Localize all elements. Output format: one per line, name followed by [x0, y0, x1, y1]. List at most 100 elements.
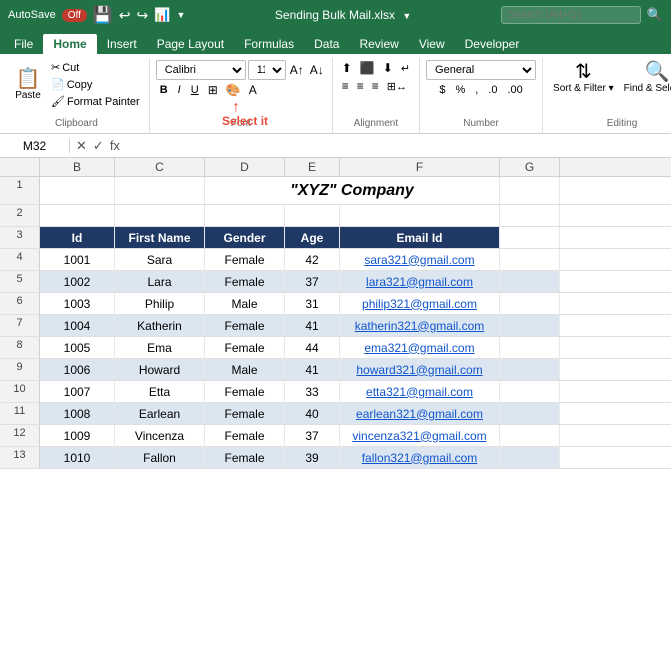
cell-d8[interactable]: Female — [205, 337, 285, 358]
tab-data[interactable]: Data — [304, 34, 349, 54]
cell-d11[interactable]: Female — [205, 403, 285, 424]
decrease-decimal-button[interactable]: .0 — [484, 82, 501, 98]
underline-button[interactable]: U — [187, 82, 203, 98]
cell-b8[interactable]: 1005 — [40, 337, 115, 358]
cell-c9[interactable]: Howard — [115, 359, 205, 380]
cell-d13[interactable]: Female — [205, 447, 285, 468]
row-header-6[interactable]: 6 — [0, 293, 40, 314]
cell-g3[interactable] — [500, 227, 560, 248]
cell-g11[interactable] — [500, 403, 560, 424]
cell-c13[interactable]: Fallon — [115, 447, 205, 468]
cell-b2[interactable] — [40, 205, 115, 226]
cell-f6[interactable]: philip321@gmail.com — [340, 293, 500, 314]
cell-e3-header[interactable]: Age — [285, 227, 340, 248]
tab-review[interactable]: Review — [349, 34, 408, 54]
cell-c8[interactable]: Ema — [115, 337, 205, 358]
formula-input[interactable] — [126, 139, 671, 153]
bold-button[interactable]: B — [156, 82, 172, 98]
cell-d5[interactable]: Female — [205, 271, 285, 292]
align-bottom-button[interactable]: ⬇ — [380, 60, 396, 76]
search-icon[interactable]: 🔍 — [647, 7, 663, 23]
cell-e2[interactable] — [285, 205, 340, 226]
col-header-c[interactable]: C — [115, 158, 205, 176]
row-header-3[interactable]: 3 — [0, 227, 40, 248]
cell-g12[interactable] — [500, 425, 560, 446]
cell-c10[interactable]: Etta — [115, 381, 205, 402]
cell-f13[interactable]: fallon321@gmail.com — [340, 447, 500, 468]
cell-b7[interactable]: 1004 — [40, 315, 115, 336]
tab-home[interactable]: Home — [43, 34, 96, 54]
cell-g9[interactable] — [500, 359, 560, 380]
cell-d6[interactable]: Male — [205, 293, 285, 314]
cell-e7[interactable]: 41 — [285, 315, 340, 336]
border-button[interactable]: ⊞ — [205, 82, 221, 98]
col-header-b[interactable]: B — [40, 158, 115, 176]
paste-button[interactable]: 📋 Paste — [10, 67, 46, 103]
cell-g7[interactable] — [500, 315, 560, 336]
row-header-7[interactable]: 7 — [0, 315, 40, 336]
align-top-button[interactable]: ⬆ — [339, 60, 355, 76]
percent-button[interactable]: % — [451, 82, 469, 98]
cell-b9[interactable]: 1006 — [40, 359, 115, 380]
row-header-11[interactable]: 11 — [0, 403, 40, 424]
cell-e5[interactable]: 37 — [285, 271, 340, 292]
cell-f12[interactable]: vincenza321@gmail.com — [340, 425, 500, 446]
row-header-5[interactable]: 5 — [0, 271, 40, 292]
row-header-1[interactable]: 1 — [0, 177, 40, 204]
cell-reference-box[interactable]: M32 — [0, 139, 70, 153]
cell-title[interactable]: "XYZ" Company — [205, 177, 500, 204]
undo-icon[interactable]: ↩ — [119, 7, 131, 24]
align-middle-button[interactable]: ⬛ — [357, 60, 378, 76]
merge-cells-button[interactable]: ⊞↔ — [384, 79, 410, 94]
cell-b11[interactable]: 1008 — [40, 403, 115, 424]
cell-d3-header[interactable]: Gender — [205, 227, 285, 248]
cell-g1[interactable] — [500, 177, 560, 204]
row-header-8[interactable]: 8 — [0, 337, 40, 358]
redo-icon[interactable]: ↪ — [137, 7, 149, 24]
cell-b5[interactable]: 1002 — [40, 271, 115, 292]
cancel-formula-icon[interactable]: ✕ — [74, 137, 89, 155]
autosave-toggle[interactable]: Off — [62, 9, 87, 22]
cell-b13[interactable]: 1010 — [40, 447, 115, 468]
cell-e13[interactable]: 39 — [285, 447, 340, 468]
cell-g13[interactable] — [500, 447, 560, 468]
cell-g4[interactable] — [500, 249, 560, 270]
tab-formulas[interactable]: Formulas — [234, 34, 304, 54]
cell-d2[interactable] — [205, 205, 285, 226]
sort-filter-button[interactable]: ⇅ Sort & Filter ▾ — [549, 60, 618, 96]
cell-e9[interactable]: 41 — [285, 359, 340, 380]
confirm-formula-icon[interactable]: ✓ — [91, 137, 106, 155]
cell-b6[interactable]: 1003 — [40, 293, 115, 314]
font-size-select[interactable]: 11 — [248, 60, 286, 80]
tab-file[interactable]: File — [4, 34, 43, 54]
cell-c12[interactable]: Vincenza — [115, 425, 205, 446]
row-header-9[interactable]: 9 — [0, 359, 40, 380]
cell-f5[interactable]: lara321@gmail.com — [340, 271, 500, 292]
cell-f3-header[interactable]: Email Id — [340, 227, 500, 248]
fill-color-button[interactable]: 🎨 — [223, 82, 244, 98]
cell-c1[interactable] — [115, 177, 205, 204]
cell-g5[interactable] — [500, 271, 560, 292]
cell-b4[interactable]: 1001 — [40, 249, 115, 270]
cell-f10[interactable]: etta321@gmail.com — [340, 381, 500, 402]
increase-font-button[interactable]: A↑ — [288, 62, 306, 78]
cell-c4[interactable]: Sara — [115, 249, 205, 270]
col-header-e[interactable]: E — [285, 158, 340, 176]
number-format-select[interactable]: General — [426, 60, 536, 80]
cell-b1[interactable] — [40, 177, 115, 204]
save-icon[interactable]: 💾 — [93, 5, 113, 25]
align-center-button[interactable]: ≡ — [354, 78, 367, 94]
cell-c11[interactable]: Earlean — [115, 403, 205, 424]
find-select-button[interactable]: 🔍 Find & Select ▾ — [620, 60, 671, 96]
cell-f7[interactable]: katherin321@gmail.com — [340, 315, 500, 336]
comma-button[interactable]: , — [471, 82, 482, 98]
row-header-10[interactable]: 10 — [0, 381, 40, 402]
cell-c5[interactable]: Lara — [115, 271, 205, 292]
wrap-text-button[interactable]: ↵ — [398, 61, 413, 76]
cell-c3-header[interactable]: First Name — [115, 227, 205, 248]
cell-f2[interactable] — [340, 205, 500, 226]
decrease-font-button[interactable]: A↓ — [308, 62, 326, 78]
tab-insert[interactable]: Insert — [97, 34, 147, 54]
cell-e4[interactable]: 42 — [285, 249, 340, 270]
cell-f4[interactable]: sara321@gmail.com — [340, 249, 500, 270]
